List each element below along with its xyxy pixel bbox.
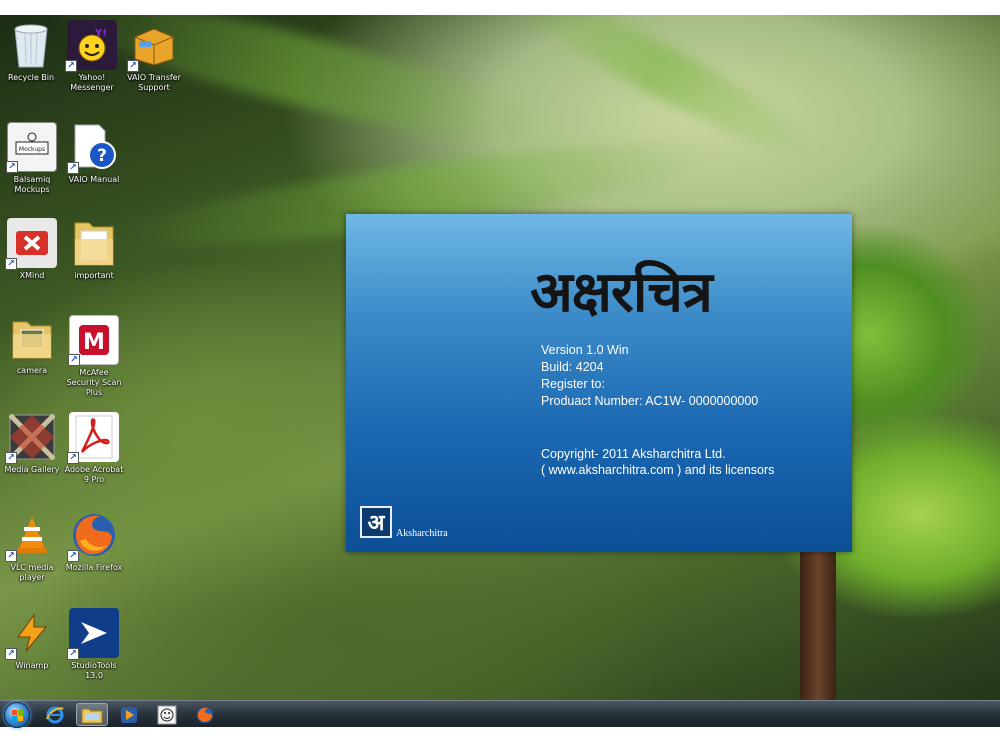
website-text: ( www.aksharchitra.com ) and its licenso… <box>541 463 775 477</box>
firefox-icon: ↗ <box>67 510 119 562</box>
desktop-icon-vaio-manual[interactable]: ? ↗ VAIO Manual <box>64 122 124 185</box>
brand-name: Aksharchitra <box>396 528 448 539</box>
shortcut-arrow-icon: ↗ <box>5 452 17 464</box>
xmind-icon: ↗ <box>5 218 57 270</box>
icon-label: Winamp <box>15 661 49 670</box>
shortcut-arrow-icon: ↗ <box>67 162 79 174</box>
product-number-text: Produact Number: AC1W- 0000000000 <box>541 394 759 408</box>
icon-label: VLC media player <box>10 563 54 582</box>
icon-label: StudioTools 13.0 <box>71 661 117 680</box>
copyright-text: Copyright- 2011 Aksharchitra Ltd. <box>541 447 726 461</box>
taskbar-balsamiq[interactable] <box>152 703 182 726</box>
desktop-icon-vaio-transfer[interactable]: ↗ VAIO Transfer Support <box>124 20 184 93</box>
wallpaper-stem <box>800 545 836 700</box>
folder-photos-icon <box>7 313 57 363</box>
desktop-icon-media-gallery[interactable]: ↗ Media Gallery <box>2 412 62 475</box>
desktop-icon-recycle-bin[interactable]: Recycle Bin <box>1 20 61 83</box>
mcafee-icon: M ↗ <box>68 315 119 366</box>
icon-label: important <box>74 271 114 280</box>
desktop-icon-winamp[interactable]: ↗ Winamp <box>2 608 62 671</box>
acrobat-icon: ↗ <box>67 412 119 464</box>
internet-explorer-icon <box>46 706 64 723</box>
media-player-icon <box>121 706 137 723</box>
desktop-icon-xmind[interactable]: ↗ XMind <box>2 218 62 281</box>
studiotools-icon: ↗ <box>67 608 119 660</box>
recycle-bin-icon <box>6 20 56 70</box>
winamp-icon: ↗ <box>5 608 57 660</box>
box-icon: ↗ <box>127 20 179 72</box>
desktop-icon-firefox[interactable]: ↗ Mozilla Firefox <box>64 510 124 573</box>
svg-text:Mockups: Mockups <box>19 146 45 153</box>
register-text: Register to: <box>541 377 605 391</box>
svg-text:M: M <box>83 330 105 355</box>
desktop-icon-important[interactable]: important <box>64 218 124 281</box>
folder-icon <box>69 218 119 268</box>
media-gallery-icon: ↗ <box>5 412 57 464</box>
svg-text:?: ? <box>97 146 107 166</box>
taskbar-windows-explorer[interactable] <box>76 703 108 726</box>
aksharchitra-logo-icon: अ <box>360 506 392 538</box>
yahoo-messenger-icon: Y! ↗ <box>65 20 117 72</box>
shortcut-arrow-icon: ↗ <box>5 550 17 562</box>
version-text: Version 1.0 Win <box>541 343 629 357</box>
icon-label: Media Gallery <box>4 465 60 474</box>
windows-logo-icon <box>12 710 24 722</box>
desktop-icon-mcafee[interactable]: M ↗ McAfee Security Scan Plus <box>64 315 124 398</box>
taskbar-media-player[interactable] <box>114 703 144 726</box>
firefox-icon <box>197 706 213 723</box>
icon-label: XMind <box>19 271 45 280</box>
vlc-icon: ↗ <box>5 510 57 562</box>
desktop-icon-vlc[interactable]: ↗ VLC media player <box>2 510 62 583</box>
shortcut-arrow-icon: ↗ <box>67 452 79 464</box>
splash-title: अक्षरचित्र <box>530 260 713 325</box>
shortcut-arrow-icon: ↗ <box>127 60 139 72</box>
svg-text:Y!: Y! <box>94 28 107 39</box>
shortcut-arrow-icon: ↗ <box>5 648 17 660</box>
icon-label: McAfee Security Scan Plus <box>66 368 122 397</box>
icon-label: VAIO Manual <box>68 175 120 184</box>
taskbar-internet-explorer[interactable] <box>40 703 70 726</box>
desktop-icon-balsamiq[interactable]: Mockups ↗ Balsamiq Mockups <box>2 122 62 195</box>
shortcut-arrow-icon: ↗ <box>67 648 79 660</box>
taskbar-firefox[interactable] <box>190 703 220 726</box>
shortcut-arrow-icon: ↗ <box>6 161 18 173</box>
taskbar <box>0 700 1000 728</box>
shortcut-arrow-icon: ↗ <box>68 354 80 366</box>
shortcut-arrow-icon: ↗ <box>5 258 17 270</box>
shortcut-arrow-icon: ↗ <box>65 60 77 72</box>
desktop-icon-yahoo-messenger[interactable]: Y! ↗ Yahoo! Messenger <box>62 20 122 93</box>
balsamiq-icon: Mockups ↗ <box>6 122 57 173</box>
icon-label: VAIO Transfer Support <box>127 73 181 92</box>
build-text: Build: 4204 <box>541 360 604 374</box>
shortcut-arrow-icon: ↗ <box>67 550 79 562</box>
aksharchitra-splash-screen: अक्षरचित्र Version 1.0 Win Build: 4204 R… <box>346 214 852 552</box>
start-button[interactable] <box>4 702 30 728</box>
balsamiq-icon <box>157 705 177 724</box>
icon-label: Balsamiq Mockups <box>13 175 51 194</box>
desktop-icon-studiotools[interactable]: ↗ StudioTools 13.0 <box>64 608 124 681</box>
icon-label: Mozilla Firefox <box>65 563 123 572</box>
windows-explorer-icon <box>81 708 103 723</box>
icon-label: Adobe Acrobat 9 Pro <box>64 465 124 484</box>
icon-label: camera <box>16 366 48 375</box>
help-document-icon: ? ↗ <box>67 122 119 174</box>
icon-label: Yahoo! Messenger <box>70 73 114 92</box>
desktop-icon-acrobat[interactable]: ↗ Adobe Acrobat 9 Pro <box>64 412 124 485</box>
desktop-icon-camera[interactable]: camera <box>2 313 62 376</box>
icon-label: Recycle Bin <box>7 73 55 82</box>
